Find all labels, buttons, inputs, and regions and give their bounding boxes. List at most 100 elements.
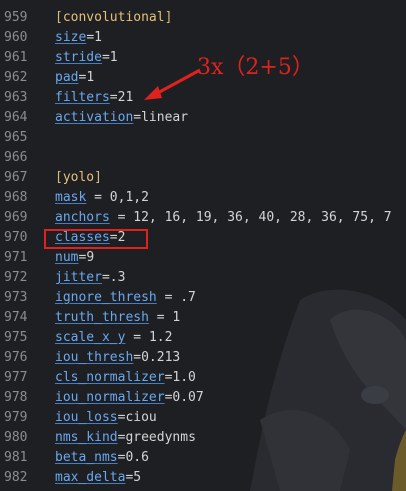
config-separator: =: [148, 310, 173, 325]
code-line[interactable]: 971 num=9: [0, 248, 406, 268]
line-number: 971: [4, 250, 28, 265]
config-key: iou_loss: [55, 410, 118, 425]
code-line[interactable]: 976 iou_thresh=0.213: [0, 348, 406, 368]
config-value: 1.2: [148, 330, 173, 345]
code-line[interactable]: 964 activation=linear: [0, 108, 406, 128]
code-line[interactable]: 966: [0, 148, 406, 168]
line-text: mask = 0,1,2: [55, 188, 149, 208]
code-line[interactable]: 960 size=1: [0, 28, 406, 48]
config-value: 1: [172, 310, 181, 325]
line-number: 977: [4, 370, 28, 385]
line-text: pad=1: [55, 68, 94, 88]
line-text: beta_nms=0.6: [55, 448, 149, 468]
line-text: truth_thresh = 1: [55, 308, 180, 328]
config-value: linear: [141, 110, 189, 125]
line-text: nms_kind=greedynms: [55, 428, 196, 448]
line-text: scale_x_y = 1.2: [55, 328, 172, 348]
code-line[interactable]: 977 cls_normalizer=1.0: [0, 368, 406, 388]
line-number: 966: [4, 150, 28, 165]
config-value: greedynms: [125, 430, 196, 445]
config-key: anchors: [55, 210, 110, 225]
line-text: num=9: [55, 248, 94, 268]
code-line[interactable]: 982 max_delta=5: [0, 468, 406, 488]
config-value: 0,1,2: [109, 190, 149, 205]
code-line[interactable]: 981 beta_nms=0.6: [0, 448, 406, 468]
code-line[interactable]: 975 scale_x_y = 1.2: [0, 328, 406, 348]
line-number: 962: [4, 70, 28, 85]
line-text: iou_thresh=0.213: [55, 348, 180, 368]
config-separator: =: [133, 350, 142, 365]
line-text: iou_normalizer=0.07: [55, 388, 204, 408]
config-value: 21: [117, 90, 134, 105]
annotation-text: 3x（2+5）: [197, 55, 314, 80]
config-key: cls_normalizer: [55, 370, 165, 385]
code-line[interactable]: 973 ignore_thresh = .7: [0, 288, 406, 308]
line-text: [convolutional]: [55, 8, 172, 28]
config-value: 0.213: [141, 350, 181, 365]
config-separator: =: [86, 190, 110, 205]
line-number: 969: [4, 210, 28, 225]
config-value: 1.0: [172, 370, 196, 385]
config-separator: =: [101, 270, 110, 285]
config-key: scale_x_y: [55, 330, 126, 345]
config-key: ignore_thresh: [55, 290, 157, 305]
line-number: 980: [4, 430, 28, 445]
code-line[interactable]: 972 jitter=.3: [0, 268, 406, 288]
config-value: 12, 16, 19, 36, 40, 28, 36, 75, 7: [133, 210, 392, 225]
config-value: .3: [109, 270, 126, 285]
line-number: 972: [4, 270, 28, 285]
code-line[interactable]: 959 [convolutional]: [0, 8, 406, 28]
line-number: 961: [4, 50, 28, 65]
config-key: max_delta: [55, 470, 126, 485]
code-line[interactable]: 967 [yolo]: [0, 168, 406, 188]
code-line[interactable]: 978 iou_normalizer=0.07: [0, 388, 406, 408]
line-number: 964: [4, 110, 28, 125]
config-value: 0.07: [172, 390, 204, 405]
line-text: filters=21: [55, 88, 133, 108]
section-bracket-open: [: [55, 170, 63, 185]
config-separator: =: [101, 50, 110, 65]
line-number: 975: [4, 330, 28, 345]
code-line[interactable]: 965: [0, 128, 406, 148]
code-line[interactable]: 979 iou_loss=ciou: [0, 408, 406, 428]
section-bracket-close: ]: [164, 10, 173, 25]
config-value: 9: [86, 250, 95, 265]
code-line[interactable]: 974 truth_thresh = 1: [0, 308, 406, 328]
config-value: 1: [94, 30, 102, 45]
config-key: stride: [55, 50, 102, 65]
config-value: .7: [180, 290, 196, 305]
config-separator: =: [133, 110, 142, 125]
line-text: stride=1: [55, 48, 118, 68]
config-key: activation: [55, 110, 134, 125]
line-text: max_delta=5: [55, 468, 141, 488]
line-text: [yolo]: [55, 168, 102, 188]
config-separator: =: [156, 290, 181, 305]
code-editor[interactable]: 959 [convolutional] 960 size=1 961 stride=1 96…: [0, 0, 406, 491]
config-value: 5: [133, 470, 142, 485]
line-number: 960: [4, 30, 28, 45]
config-value: 1: [86, 70, 95, 85]
section-name: yolo: [62, 170, 95, 185]
line-number: 967: [4, 170, 28, 185]
line-number: 982: [4, 470, 28, 485]
classes-highlight-box: [44, 229, 148, 249]
config-key: mask: [55, 190, 87, 205]
line-text: cls_normalizer=1.0: [55, 368, 196, 388]
line-text: activation=linear: [55, 108, 188, 128]
line-text: jitter=.3: [55, 268, 125, 288]
config-separator: =: [125, 330, 149, 345]
section-name: convolutional: [62, 10, 165, 25]
section-bracket-close: ]: [94, 170, 102, 185]
line-number: 963: [4, 90, 28, 105]
code-line[interactable]: 968 mask = 0,1,2: [0, 188, 406, 208]
config-key: num: [55, 250, 79, 265]
line-number: 970: [4, 230, 28, 245]
code-line[interactable]: 980 nms_kind=greedynms: [0, 428, 406, 448]
line-number: 968: [4, 190, 28, 205]
config-separator: =: [86, 30, 95, 45]
config-separator: =: [109, 210, 134, 225]
line-number: 973: [4, 290, 28, 305]
line-number: 976: [4, 350, 28, 365]
code-line[interactable]: 969 anchors = 12, 16, 19, 36, 40, 28, 36,…: [0, 208, 406, 228]
config-key: nms_kind: [55, 430, 118, 445]
